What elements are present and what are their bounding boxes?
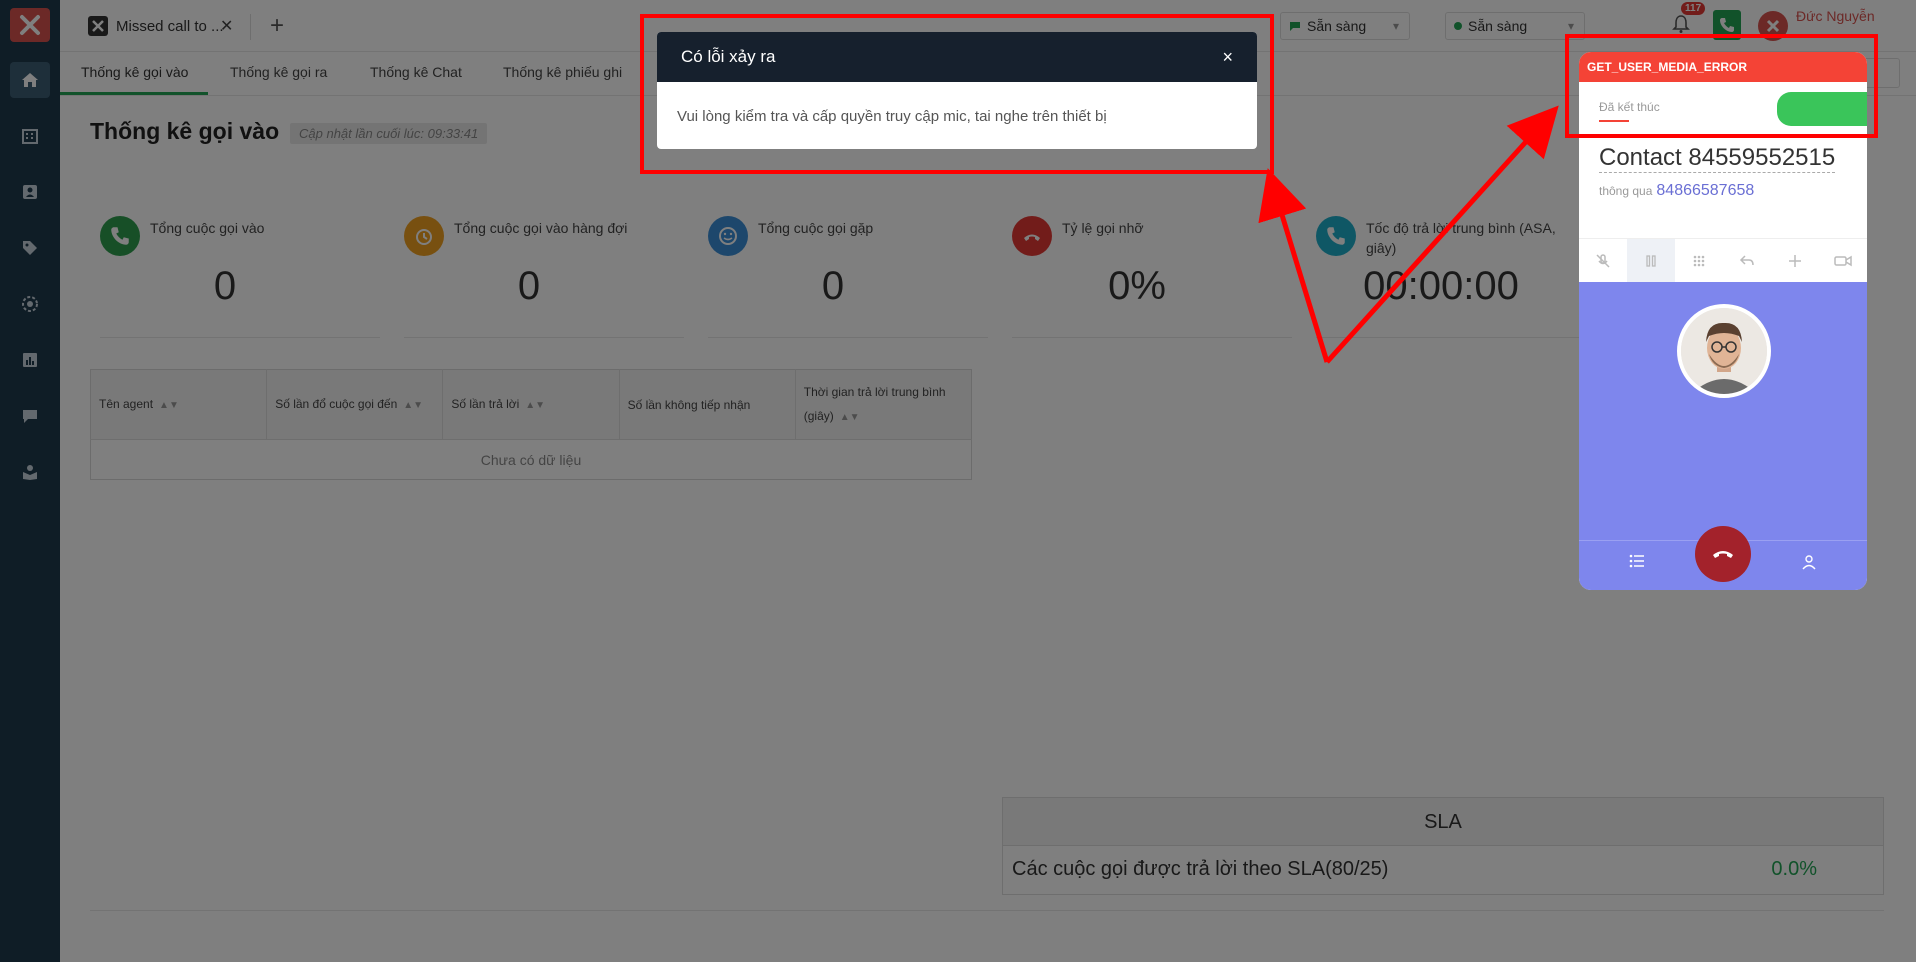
highlight-box-modal	[640, 14, 1274, 174]
add-call-icon[interactable]	[1771, 239, 1819, 282]
call-list-icon[interactable]	[1629, 554, 1645, 573]
contact-avatar	[1677, 304, 1771, 398]
video-icon[interactable]	[1819, 239, 1867, 282]
pause-icon[interactable]	[1627, 239, 1675, 282]
hangup-button[interactable]	[1695, 526, 1751, 582]
transfer-icon[interactable]	[1723, 239, 1771, 282]
via-label: thông qua	[1599, 184, 1653, 198]
call-controls	[1579, 238, 1867, 282]
via-number: 84866587658	[1656, 182, 1755, 199]
via-line: thông qua 84866587658	[1599, 182, 1754, 200]
call-stage	[1579, 282, 1867, 540]
hangup-icon	[1713, 551, 1733, 558]
contact-name[interactable]: Contact 84559552515	[1599, 144, 1836, 173]
highlight-box-softphone	[1565, 34, 1878, 138]
dialpad-icon[interactable]	[1675, 239, 1723, 282]
contact-person-icon[interactable]	[1801, 554, 1817, 575]
mute-mic-icon[interactable]	[1579, 239, 1627, 282]
